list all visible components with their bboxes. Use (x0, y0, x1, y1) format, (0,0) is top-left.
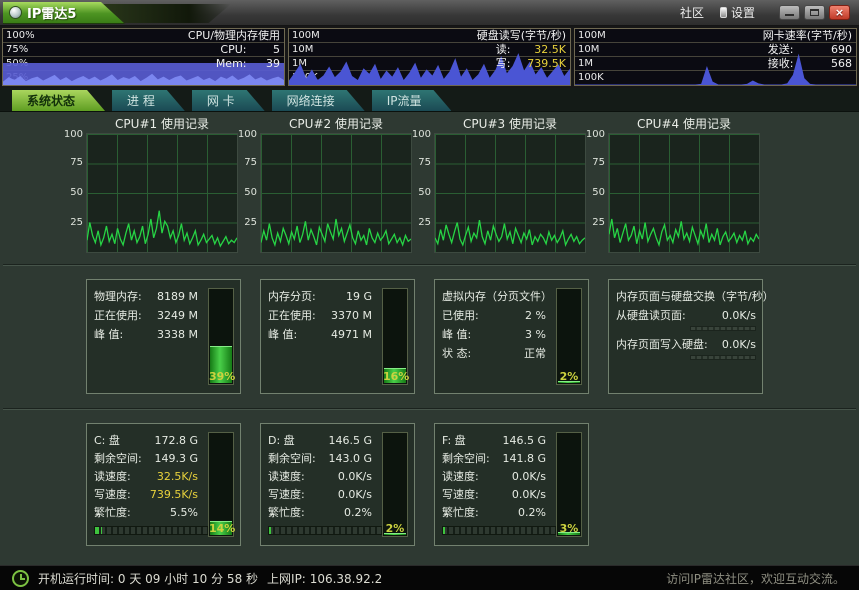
disk-d-activity-bar: 2% (382, 432, 408, 537)
settings-icon (720, 7, 727, 18)
top-meters-strip: 100% 75% 50% 25% CPU/物理内存使用 CPU: 5 Mem: … (0, 26, 859, 88)
memory-usage-bar: 39% (208, 288, 234, 385)
disk-d-panel: D: 盘146.5 G 剩余空间:143.0 G 读速度:0.0K/s 写速度:… (260, 423, 415, 546)
app-logo-icon (9, 6, 22, 19)
community-label: 社区 (680, 4, 704, 21)
public-ip-text: 上网IP: 106.38.92.2 (267, 570, 382, 587)
uptime-text: 开机运行时间: 0 天 09 小时 10 分 58 秒 (38, 570, 258, 587)
stat-value: 32.5K (514, 43, 566, 57)
page-file-usage-bar: 16% (382, 288, 408, 385)
cpu4-graph-group: CPU#4 使用记录 100755025 (586, 117, 760, 253)
section-divider (3, 264, 856, 266)
cpu2-graph-title: CPU#2 使用记录 (238, 117, 412, 133)
swap-write-meter (690, 355, 756, 360)
minimize-button[interactable] (779, 5, 800, 20)
bar-percent-label: 2% (557, 370, 581, 383)
titlebar-menu: 社区 设置 × (680, 4, 859, 21)
stat-label: 读: (496, 43, 511, 56)
meter-title: 硬盘读写(字节/秒) (477, 29, 566, 43)
disk-f-busy-meter (442, 526, 560, 535)
bar-percent-label: 39% (209, 370, 233, 383)
meter-title: CPU/物理内存使用 (188, 29, 280, 43)
minimize-icon (785, 14, 794, 16)
y-axis: 100755025 (412, 133, 434, 253)
tab-bar: 系统状态 进 程 网 卡 网络连接 IP流量 (0, 88, 859, 112)
disk-d-busy-meter (268, 526, 386, 535)
y-axis: 100755025 (586, 133, 608, 253)
status-bar: 开机运行时间: 0 天 09 小时 10 分 58 秒 上网IP: 106.38… (0, 565, 859, 590)
cpu1-graph-title: CPU#1 使用记录 (64, 117, 238, 133)
tab-network-card[interactable]: 网 卡 (192, 90, 265, 111)
title-bar: IP雷达5 社区 设置 × (0, 0, 859, 26)
community-menu-item[interactable]: 社区 (680, 4, 704, 21)
y-axis: 100755025 (238, 133, 260, 253)
ip-radar-window: { "window": { "title": "IP雷达5", "menu": … (0, 0, 859, 590)
meter-title: 网卡速率(字节/秒) (763, 29, 852, 43)
app-title-ribbon: IP雷达5 (3, 2, 238, 24)
settings-label: 设置 (731, 4, 755, 21)
stat-label: CPU: (220, 43, 246, 56)
physical-memory-panel: 物理内存:8189 M 正在使用:3249 M 峰 值:3338 M 39% (86, 279, 241, 394)
disk-panels-row: C: 盘172.8 G 剩余空间:149.3 G 读速度:32.5K/s 写速度… (0, 423, 859, 546)
swap-read-meter (690, 326, 756, 331)
memory-disk-swap-panel: 内存页面与硬盘交换（字节/秒） 从硬盘读页面:0.0K/s 内存页面写入硬盘:0… (608, 279, 763, 394)
memory-panels-row: 物理内存:8189 M 正在使用:3249 M 峰 值:3338 M 39% 内… (0, 279, 859, 394)
network-meter-panel: 100M 10M 1M 100K 网卡速率(字节/秒) 发送: 690 接收: … (574, 28, 857, 86)
disk-c-panel: C: 盘172.8 G 剩余空间:149.3 G 读速度:32.5K/s 写速度… (86, 423, 241, 546)
stat-value: 568 (797, 57, 852, 71)
disk-c-activity-bar: 14% (208, 432, 234, 537)
system-status-page: CPU#1 使用记录 100755025 CPU#2 使用记录 10075502… (0, 112, 859, 565)
stat-label: 发送: (768, 43, 794, 56)
disk-f-panel: F: 盘146.5 G 剩余空间:141.8 G 读速度:0.0K/s 写速度:… (434, 423, 589, 546)
close-button[interactable]: × (829, 5, 850, 20)
cpu-graphs-row: CPU#1 使用记录 100755025 CPU#2 使用记录 10075502… (0, 117, 859, 253)
bar-percent-label: 2% (383, 522, 407, 535)
app-title: IP雷达5 (27, 3, 76, 22)
page-file-memory-panel: 内存分页:19 G 正在使用:3370 M 峰 值:4971 M 16% (260, 279, 415, 394)
disk-f-activity-bar: 3% (556, 432, 582, 537)
cpu3-usage-chart (434, 133, 586, 253)
stat-value: 690 (797, 43, 852, 57)
stat-label: 接收: (768, 57, 794, 70)
virtual-memory-usage-bar: 2% (556, 288, 582, 385)
stat-value: 5 (250, 43, 280, 57)
cpu4-graph-title: CPU#4 使用记录 (586, 117, 760, 133)
close-icon: × (835, 7, 844, 18)
tab-system-status[interactable]: 系统状态 (12, 90, 105, 111)
stat-value: 739.5K (514, 57, 566, 71)
cpu3-graph-group: CPU#3 使用记录 100755025 (412, 117, 586, 253)
maximize-icon (810, 9, 819, 16)
bar-percent-label: 16% (383, 370, 407, 383)
tab-network-connections[interactable]: 网络连接 (272, 90, 365, 111)
uptime-clock-icon (12, 570, 29, 587)
cpu2-graph-group: CPU#2 使用记录 100755025 (238, 117, 412, 253)
y-axis: 100755025 (64, 133, 86, 253)
panel-title: 虚拟内存（分页文件） (442, 288, 546, 307)
maximize-button[interactable] (804, 5, 825, 20)
disk-io-meter-panel: 100M 10M 1M 100K 硬盘读写(字节/秒) 读: 32.5K 写: … (288, 28, 571, 86)
tab-processes[interactable]: 进 程 (112, 90, 185, 111)
cpu4-usage-chart (608, 133, 760, 253)
cpu2-usage-chart (260, 133, 412, 253)
stat-label: 写: (496, 57, 511, 70)
cpu3-graph-title: CPU#3 使用记录 (412, 117, 586, 133)
tab-ip-traffic[interactable]: IP流量 (372, 90, 452, 111)
cpu1-usage-chart (86, 133, 238, 253)
community-hint-text: 访问IP雷达社区，欢迎互动交流。 (666, 570, 845, 587)
cpu-memory-meter-panel: 100% 75% 50% 25% CPU/物理内存使用 CPU: 5 Mem: … (2, 28, 285, 86)
stat-value: 39 (250, 57, 280, 71)
bar-percent-label: 14% (209, 522, 233, 535)
cpu1-graph-group: CPU#1 使用记录 100755025 (64, 117, 238, 253)
settings-menu-item[interactable]: 设置 (720, 4, 755, 21)
bar-percent-label: 3% (557, 522, 581, 535)
disk-c-busy-meter (94, 526, 212, 535)
stat-label: Mem: (216, 57, 247, 70)
section-divider (3, 408, 856, 410)
window-controls: × (779, 5, 850, 20)
virtual-memory-panel: 虚拟内存（分页文件） 已使用:2 % 峰 值:3 % 状 态:正常 2% (434, 279, 589, 394)
panel-title: 内存页面与硬盘交换（字节/秒） (616, 288, 756, 307)
